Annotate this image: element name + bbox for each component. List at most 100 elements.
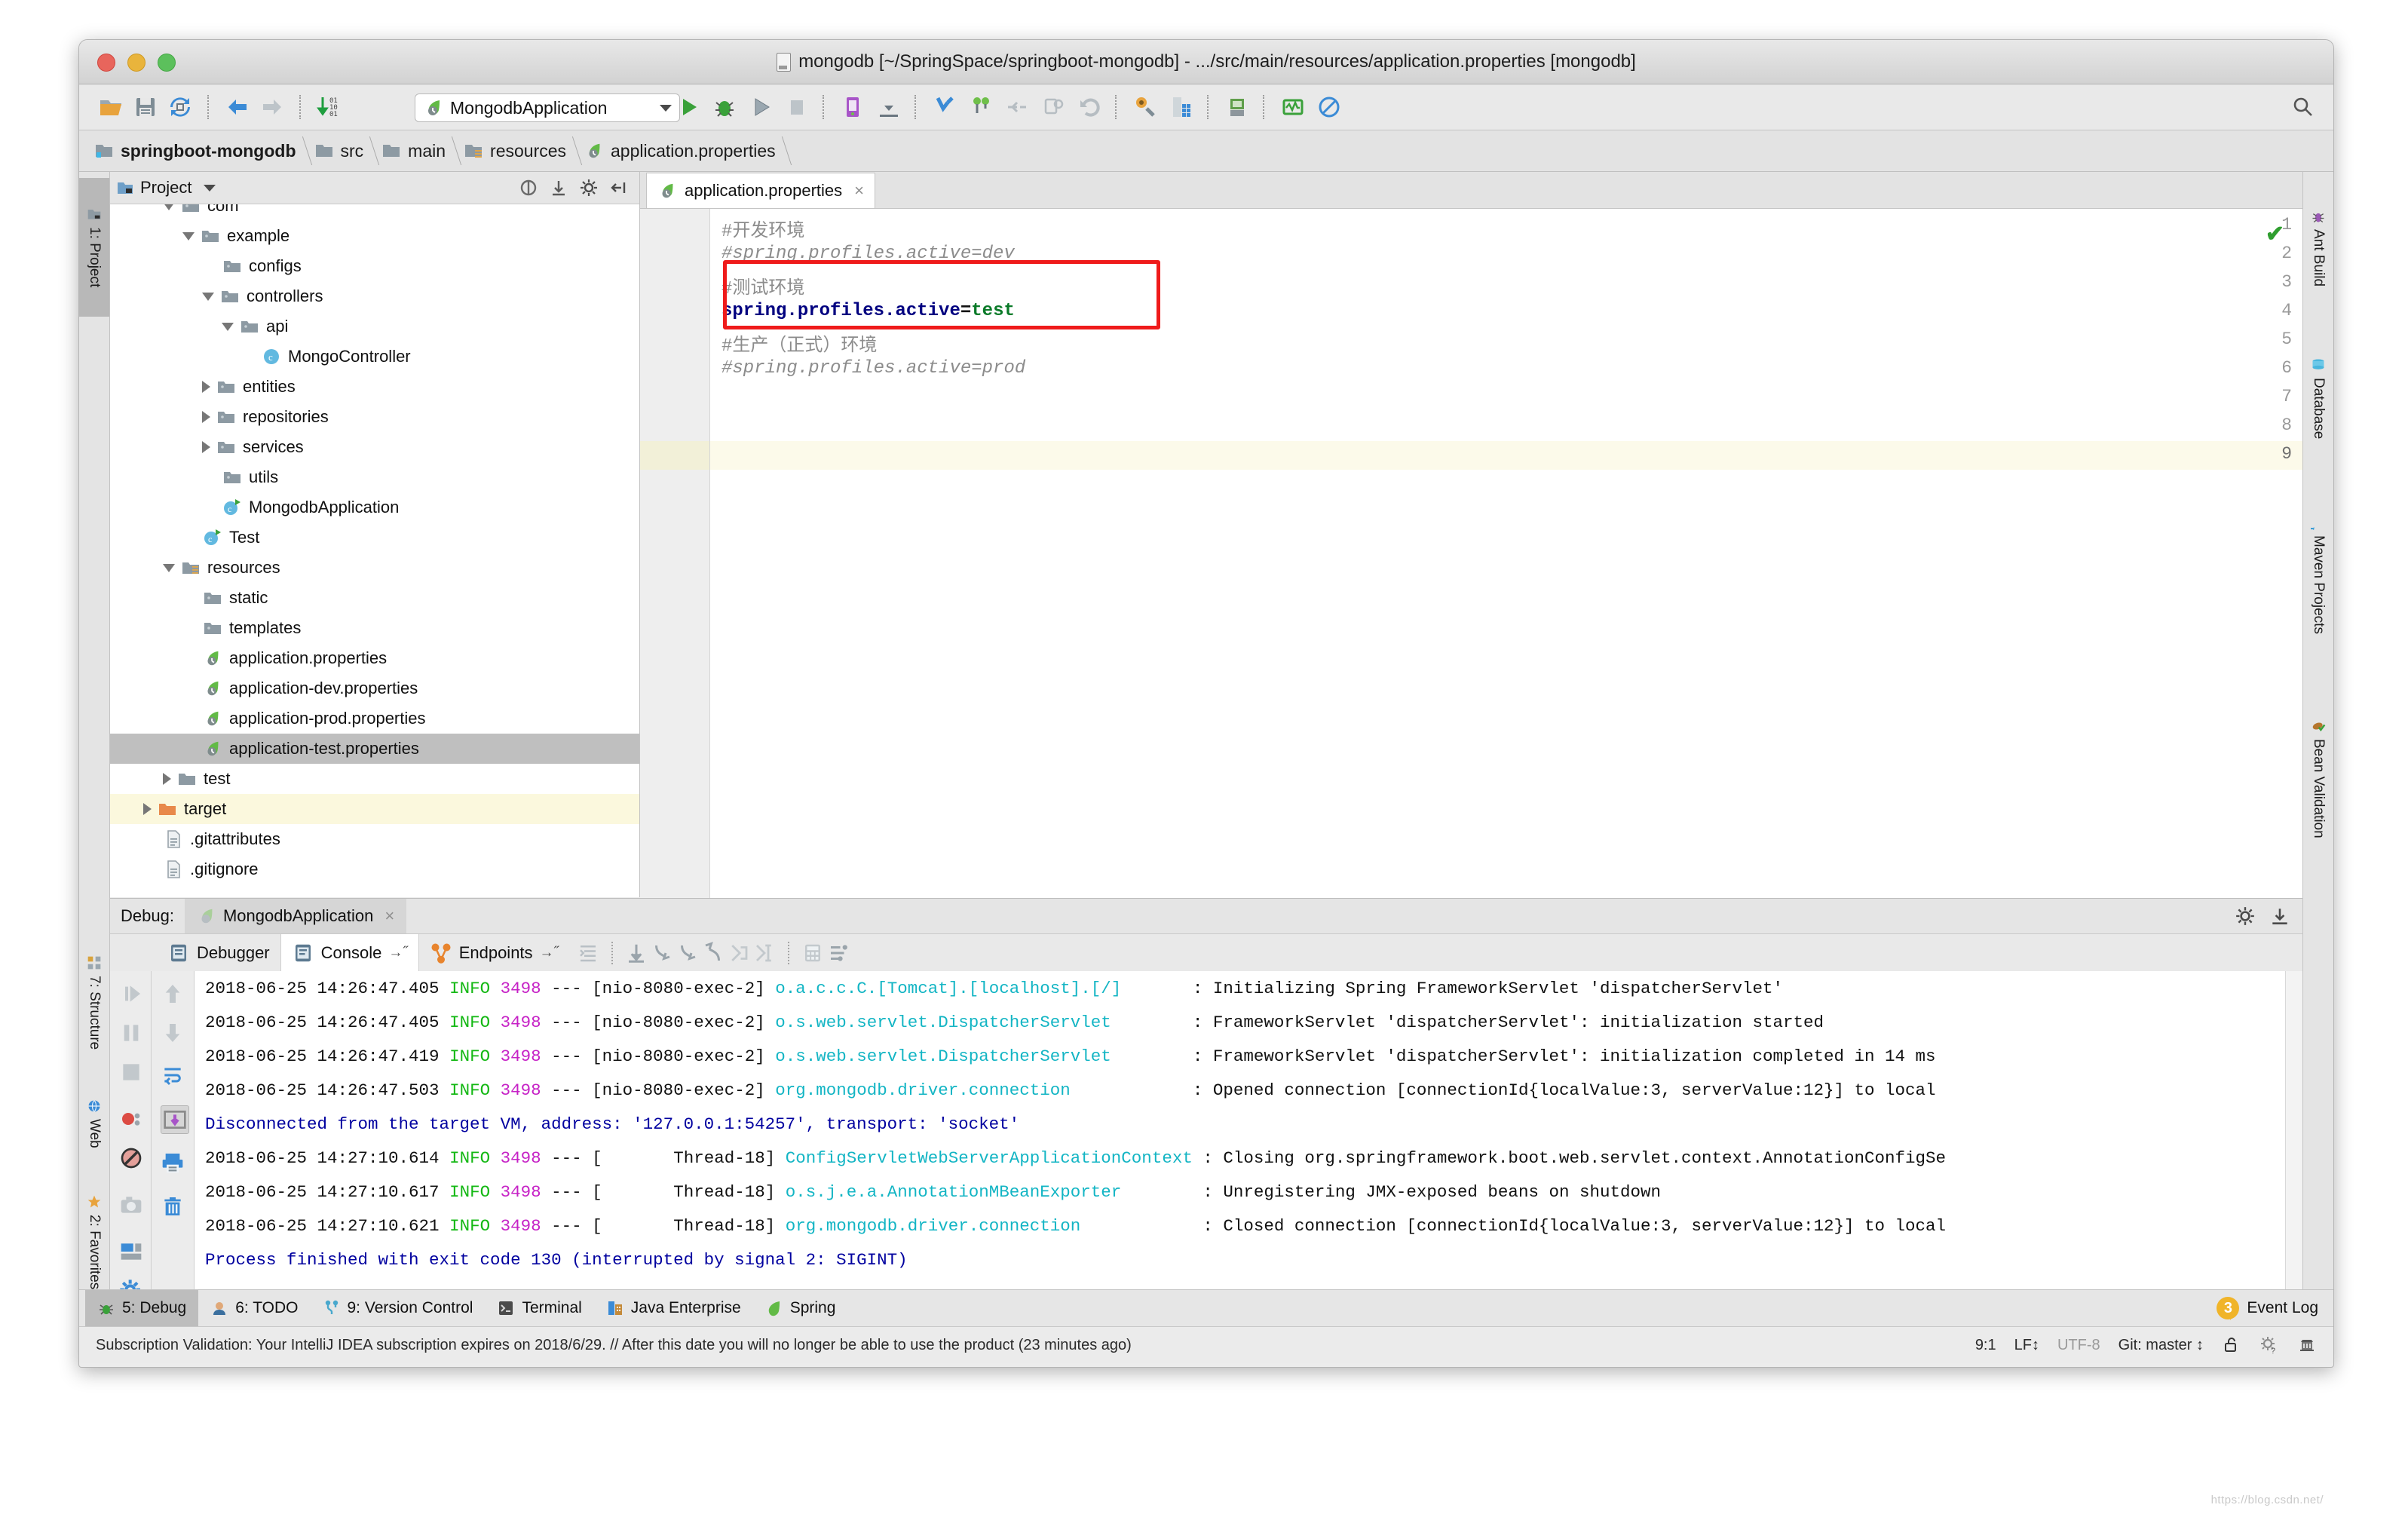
indent-icon[interactable]: [577, 942, 599, 964]
close-icon[interactable]: ×: [854, 181, 864, 201]
tree-item-controllers[interactable]: controllers: [110, 281, 639, 311]
revert-icon[interactable]: [1040, 93, 1067, 121]
threads-icon[interactable]: [827, 942, 850, 964]
hide-icon[interactable]: [609, 178, 629, 198]
checkin-icon[interactable]: [931, 93, 958, 121]
tab-console[interactable]: Console →˝: [280, 934, 419, 972]
breadcrumb-item-src[interactable]: src: [307, 130, 375, 171]
event-log-group[interactable]: 3 Event Log: [2217, 1297, 2333, 1319]
tree-item-mongocontroller[interactable]: cMongoController: [110, 342, 639, 372]
view-breakpoints-icon[interactable]: [119, 1107, 143, 1131]
step-over-icon[interactable]: [625, 942, 648, 964]
debug-session-tab[interactable]: MongodbApplication ×: [185, 899, 406, 933]
hide-icon[interactable]: [2269, 906, 2290, 927]
debug-icon[interactable]: [711, 93, 738, 121]
sidebar-item-bean-validation[interactable]: Bean Validation: [2303, 676, 2333, 881]
sidebar-item-project[interactable]: 1: Project: [79, 178, 109, 317]
console-output[interactable]: 2018-06-25 14:26:47.405 INFO 3498 --- [n…: [195, 971, 2302, 1290]
tree-item-application-test-properties[interactable]: application-test.properties: [110, 734, 639, 764]
tree-item-api[interactable]: api: [110, 311, 639, 342]
profiler-icon[interactable]: [1279, 93, 1307, 121]
project-structure-icon[interactable]: [1168, 93, 1195, 121]
chevron-right-icon[interactable]: [202, 411, 210, 423]
project-tree[interactable]: comexampleconfigscontrollersapicMongoCon…: [110, 204, 639, 899]
tree-item-repositories[interactable]: repositories: [110, 402, 639, 432]
print-icon[interactable]: [161, 1151, 185, 1175]
sync-icon[interactable]: [167, 93, 194, 121]
chevron-down-icon[interactable]: [163, 564, 175, 572]
update-icon[interactable]: [967, 93, 994, 121]
forward-arrow-icon[interactable]: [259, 93, 286, 121]
tree-item-services[interactable]: services: [110, 432, 639, 462]
settings-wrench-icon[interactable]: [1132, 93, 1159, 121]
chevron-down-icon[interactable]: [660, 105, 672, 112]
tree-item--gitattributes[interactable]: .gitattributes: [110, 824, 639, 854]
open-folder-icon[interactable]: [97, 93, 124, 121]
sidebar-item-ant-build[interactable]: Ant Build: [2303, 178, 2333, 318]
breadcrumb-item-application-properties[interactable]: application.properties: [577, 130, 786, 171]
stop-icon[interactable]: [119, 1060, 143, 1084]
close-icon[interactable]: ×: [384, 906, 394, 926]
tab-debug[interactable]: 5: Debug: [85, 1290, 198, 1326]
chevron-down-icon[interactable]: [222, 323, 234, 331]
chevron-down-icon[interactable]: [202, 293, 214, 301]
tab-debugger[interactable]: Debugger: [157, 934, 280, 972]
chevron-right-icon[interactable]: [202, 381, 210, 393]
tab-terminal[interactable]: Terminal: [485, 1290, 593, 1326]
run-icon[interactable]: [675, 93, 702, 121]
tree-item-mongodbapplication[interactable]: cMongodbApplication: [110, 492, 639, 523]
chevron-right-icon[interactable]: [202, 441, 210, 453]
hector-icon[interactable]: [2297, 1335, 2317, 1355]
tab-version-control[interactable]: 9: Version Control: [311, 1290, 486, 1326]
editor-gutter[interactable]: [640, 209, 710, 898]
tab-todo[interactable]: 6: TODO: [198, 1290, 310, 1326]
pin-tab-icon[interactable]: →˝: [388, 945, 407, 961]
sidebar-item-web[interactable]: Web: [79, 1075, 109, 1172]
down-arrow-icon[interactable]: [161, 1021, 185, 1045]
tree-item-templates[interactable]: templates: [110, 613, 639, 643]
pin-tab-icon[interactable]: →˝: [540, 945, 559, 961]
up-arrow-icon[interactable]: [161, 982, 185, 1006]
database-icon[interactable]: [1224, 93, 1251, 121]
tree-item-com[interactable]: com: [110, 204, 639, 221]
tree-item-entities[interactable]: entities: [110, 372, 639, 402]
code-editor[interactable]: 123456789 #开发环境#spring.profiles.active=d…: [640, 209, 2302, 898]
drop-frame-icon[interactable]: [728, 942, 750, 964]
settings-gear-icon[interactable]: [579, 178, 599, 198]
expand-icon[interactable]: [549, 178, 568, 198]
trash-icon[interactable]: [161, 1194, 185, 1218]
tree-item-test[interactable]: test: [110, 764, 639, 794]
tree-item-application-dev-properties[interactable]: application-dev.properties: [110, 673, 639, 703]
force-step-into-icon[interactable]: [676, 942, 699, 964]
tree-item-application-prod-properties[interactable]: application-prod.properties: [110, 703, 639, 734]
evaluate-icon[interactable]: [801, 942, 824, 964]
git-branch[interactable]: Git: master ↕: [2118, 1337, 2204, 1354]
tab-endpoints[interactable]: Endpoints →˝: [419, 934, 569, 972]
camera-icon[interactable]: [119, 1193, 143, 1217]
breadcrumb-item-resources[interactable]: resources: [456, 130, 577, 171]
save-all-icon[interactable]: [132, 93, 159, 121]
scroll-to-end-icon[interactable]: [161, 1105, 189, 1134]
layout-icon[interactable]: [119, 1240, 143, 1264]
tab-spring[interactable]: Spring: [753, 1290, 848, 1326]
search-everywhere-icon[interactable]: [2291, 95, 2314, 118]
tree-item-configs[interactable]: configs: [110, 251, 639, 281]
tab-java-enterprise[interactable]: Java Enterprise: [594, 1290, 753, 1326]
collapse-all-icon[interactable]: [519, 178, 538, 198]
soft-wrap-icon[interactable]: [161, 1063, 185, 1087]
chevron-down-icon[interactable]: [163, 204, 175, 210]
tree-item-utils[interactable]: utils: [110, 462, 639, 492]
run-configuration-selector[interactable]: MongodbApplication: [415, 93, 680, 122]
sidebar-item-maven-projects[interactable]: m Maven Projects: [2303, 478, 2333, 671]
no-access-icon[interactable]: [1316, 93, 1343, 121]
android-avd-icon[interactable]: [839, 93, 866, 121]
tab-application-properties[interactable]: application.properties ×: [646, 173, 875, 208]
sidebar-item-structure[interactable]: 7: Structure: [79, 926, 109, 1080]
sidebar-item-database[interactable]: Database: [2303, 323, 2333, 473]
chevron-right-icon[interactable]: [143, 803, 152, 815]
run-coverage-icon[interactable]: [747, 93, 774, 121]
tree-item-resources[interactable]: resources: [110, 553, 639, 583]
chevron-right-icon[interactable]: [163, 773, 171, 785]
tree-item-target[interactable]: target: [110, 794, 639, 824]
lock-icon[interactable]: [2222, 1335, 2241, 1355]
